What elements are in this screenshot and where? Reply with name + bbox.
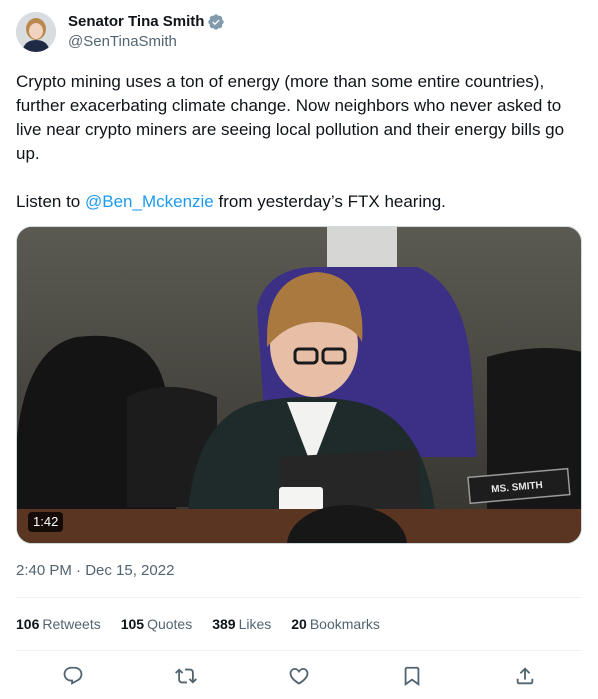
bookmarks-stat[interactable]: 20 Bookmarks <box>291 614 380 634</box>
video-player[interactable]: MS. SMITH <box>16 226 582 544</box>
avatar[interactable] <box>16 12 56 52</box>
likes-stat[interactable]: 389 Likes <box>212 614 271 634</box>
like-icon <box>289 667 309 685</box>
tweet-timestamp[interactable]: 2:40 PM · Dec 15, 2022 <box>16 561 174 581</box>
text-fragment: from yesterday’s FTX hearing. <box>213 192 446 211</box>
bookmark-button[interactable] <box>395 662 429 690</box>
display-name[interactable]: Senator Tina Smith <box>68 12 225 32</box>
tweet-card: Senator Tina Smith @SenTinaSmith Crypto … <box>0 0 598 699</box>
display-name-text: Senator Tina Smith <box>68 13 205 30</box>
retweet-button[interactable] <box>169 662 203 690</box>
share-button[interactable] <box>508 662 542 690</box>
divider <box>16 597 582 598</box>
like-button[interactable] <box>282 662 316 690</box>
mention-link[interactable]: @Ben_Mckenzie <box>85 192 214 211</box>
user-handle[interactable]: @SenTinaSmith <box>68 32 177 52</box>
divider <box>16 650 582 651</box>
avatar-image <box>16 12 56 52</box>
reply-button[interactable] <box>56 662 90 690</box>
stat-label: Bookmarks <box>309 616 380 632</box>
video-thumbnail: MS. SMITH <box>17 227 581 543</box>
tweet-text: Crypto mining uses a ton of energy (more… <box>16 70 582 214</box>
text-fragment: Listen to <box>16 192 85 211</box>
stat-label: Retweets <box>42 616 101 632</box>
stat-label: Likes <box>238 616 272 632</box>
stat-count: 20 <box>291 616 307 632</box>
engagement-stats: 106 Retweets 105 Quotes 389 Likes 20 Bookmar… <box>16 614 380 634</box>
action-bar <box>16 662 582 690</box>
stat-count: 389 <box>212 616 236 632</box>
bookmark-icon <box>404 666 420 687</box>
stat-count: 105 <box>120 616 145 632</box>
share-icon <box>517 667 534 685</box>
tweet-paragraph: Crypto mining uses a ton of energy (more… <box>16 72 565 163</box>
verified-badge-icon <box>208 14 225 30</box>
retweet-icon <box>174 668 197 684</box>
retweets-stat[interactable]: 106 Retweets <box>16 614 101 634</box>
quotes-stat[interactable]: 105 Quotes <box>121 614 193 634</box>
stat-label: Quotes <box>147 616 193 632</box>
video-duration-badge: 1:42 <box>28 512 64 532</box>
reply-icon <box>63 666 82 685</box>
stat-count: 106 <box>16 616 40 632</box>
tweet-paragraph: Listen to @Ben_Mckenzie from yesterday’s… <box>16 190 582 214</box>
